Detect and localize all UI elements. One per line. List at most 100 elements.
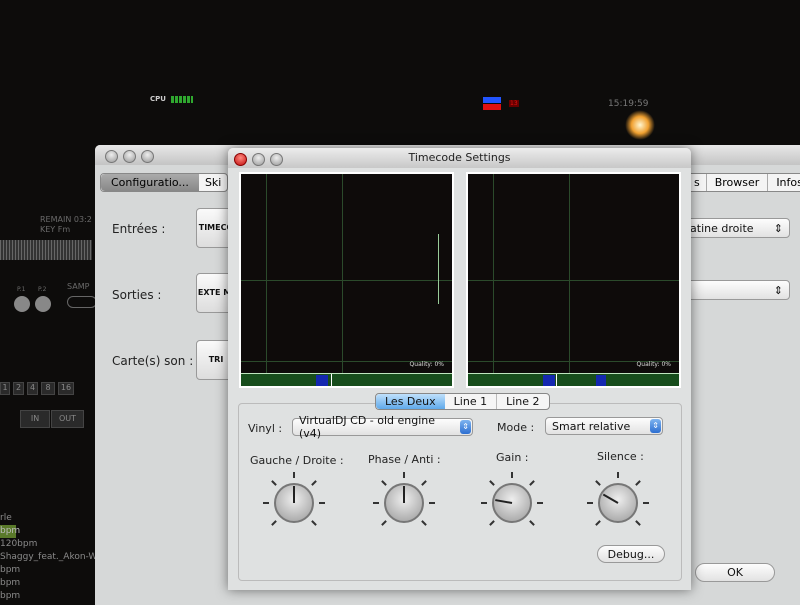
list-item[interactable]: rle xyxy=(0,512,103,525)
knob-label-gain: Gain : xyxy=(496,451,529,464)
knob-label-gauche-droite: Gauche / Droite : xyxy=(250,454,344,467)
updown-icon: ⇕ xyxy=(773,221,783,235)
pitch-knob-1[interactable] xyxy=(14,296,30,312)
pitch-knob-2[interactable] xyxy=(35,296,51,312)
loop-button-4[interactable]: 4 xyxy=(27,382,38,395)
scope-right: Quality: 0% xyxy=(466,172,681,388)
list-item[interactable]: Shaggy_feat._Akon-Wh xyxy=(0,551,103,564)
signal-trace xyxy=(438,234,439,304)
tab-bar-right: s Browser Infos xyxy=(687,173,800,192)
vinyl-value: VirtualDJ CD - old engine (v4) xyxy=(299,414,436,440)
knob[interactable] xyxy=(598,483,638,523)
updown-icon: ⇕ xyxy=(460,420,471,434)
cpu-label: CPU xyxy=(150,95,166,103)
window-title: Timecode Settings xyxy=(408,151,511,164)
deck-indicator-red xyxy=(483,104,501,110)
knob-tick xyxy=(587,502,593,504)
pitch-label-1: P.1 xyxy=(17,286,26,293)
tab-bar: Configuratio... Ski xyxy=(100,173,229,192)
list-item[interactable]: bpm xyxy=(0,564,103,577)
knob-pointer xyxy=(495,499,513,504)
loop-button-1[interactable]: 1 xyxy=(0,382,10,395)
mode-dropdown[interactable]: Smart relative ⇕ xyxy=(545,417,663,435)
loop-button-16[interactable]: 16 xyxy=(58,382,74,395)
close-icon[interactable] xyxy=(105,150,118,163)
knob-tick xyxy=(403,472,405,478)
debug-label: Debug... xyxy=(607,547,655,561)
list-item[interactable]: 120bpm xyxy=(0,538,103,551)
track-list: rle bpm 120bpm Shaggy_feat._Akon-Wh bpm … xyxy=(0,512,103,603)
knob-label-phase: Phase / Anti : xyxy=(368,453,441,466)
sampler-slot[interactable] xyxy=(67,296,97,308)
mode-label: Mode : xyxy=(497,421,535,434)
cpu-meter xyxy=(171,96,193,103)
loop-buttons: 1 2 4 8 16 xyxy=(0,382,74,395)
tab-line-1[interactable]: Line 1 xyxy=(445,394,498,409)
knob-tick xyxy=(263,502,269,504)
updown-icon: ⇕ xyxy=(650,419,661,433)
timecode-settings-window: Timecode Settings Quality: 0% Quality: 0… xyxy=(228,148,691,590)
list-item[interactable]: bpm xyxy=(0,590,103,603)
position-strip xyxy=(241,373,452,386)
pitch-label-2: P.2 xyxy=(38,286,47,293)
tab-browser[interactable]: Browser xyxy=(707,174,769,191)
knob-tick xyxy=(537,502,543,504)
deck-dropdown-value: latine droite xyxy=(687,221,754,235)
tab-line-2[interactable]: Line 2 xyxy=(497,394,548,409)
loop-button-8[interactable]: 8 xyxy=(41,382,55,395)
sampler-label: SAMP xyxy=(67,282,90,291)
soundcard-label: Carte(s) son : xyxy=(112,354,194,368)
knob-tick xyxy=(293,472,295,478)
in-button[interactable]: IN xyxy=(20,410,50,428)
tab-skins[interactable]: Ski xyxy=(199,174,227,191)
mode-value: Smart relative xyxy=(552,419,631,433)
knob-tick xyxy=(511,472,513,478)
vinyl-dropdown[interactable]: VirtualDJ CD - old engine (v4) ⇕ xyxy=(292,414,473,440)
position-strip xyxy=(468,373,679,386)
tab-infos[interactable]: Infos xyxy=(768,174,800,191)
line-tabs: Les Deux Line 1 Line 2 xyxy=(375,393,550,410)
top-bar: CPU 13 15:19:59 xyxy=(0,90,800,140)
quality-readout: Quality: 0% xyxy=(409,361,444,368)
knob-tick xyxy=(319,502,325,504)
knob-label-silence: Silence : xyxy=(597,450,644,463)
knob-tick xyxy=(373,502,379,504)
dj-deck-panel: REMAIN 03:2 KEY Fm P.1 P.2 SAMP 1 2 4 8 … xyxy=(0,210,103,601)
loop-button-2[interactable]: 2 xyxy=(13,382,24,395)
list-item[interactable]: bpm xyxy=(0,525,20,538)
scope-left: Quality: 0% xyxy=(239,172,454,388)
debug-button[interactable]: Debug... xyxy=(597,545,665,563)
updown-icon: ⇕ xyxy=(773,283,783,297)
key-label: KEY Fm xyxy=(40,225,71,234)
knob-pointer xyxy=(403,486,405,503)
vinyl-label: Vinyl : xyxy=(248,422,283,435)
title-bar: Timecode Settings xyxy=(228,148,691,168)
list-item[interactable]: bpm xyxy=(0,577,103,590)
knob-pointer xyxy=(293,486,295,503)
tab-configuration[interactable]: Configuratio... xyxy=(101,174,199,191)
ok-label: OK xyxy=(727,566,743,579)
knob-tick xyxy=(481,502,487,504)
zoom-icon[interactable] xyxy=(141,150,154,163)
deck-indicator-blue xyxy=(483,97,501,103)
knob[interactable] xyxy=(274,483,314,523)
ok-button[interactable]: OK xyxy=(695,563,775,582)
inputs-label: Entrées : xyxy=(112,222,166,236)
knob-tick xyxy=(643,502,649,504)
knob-pointer xyxy=(602,493,619,504)
tab-les-deux[interactable]: Les Deux xyxy=(376,394,445,409)
lamp-glare xyxy=(625,110,655,140)
knob[interactable] xyxy=(384,483,424,523)
knob[interactable] xyxy=(492,483,532,523)
clock: 15:19:59 xyxy=(608,99,649,109)
knob-tick xyxy=(617,472,619,478)
deck-dropdown[interactable]: latine droite ⇕ xyxy=(680,218,790,238)
badge: 13 xyxy=(509,100,519,107)
output-dropdown[interactable]: ⇕ xyxy=(680,280,790,300)
out-button[interactable]: OUT xyxy=(51,410,84,428)
knob-tick xyxy=(429,502,435,504)
minimize-icon[interactable] xyxy=(123,150,136,163)
quality-readout: Quality: 0% xyxy=(636,361,671,368)
waveform xyxy=(0,240,92,260)
outputs-label: Sorties : xyxy=(112,288,162,302)
